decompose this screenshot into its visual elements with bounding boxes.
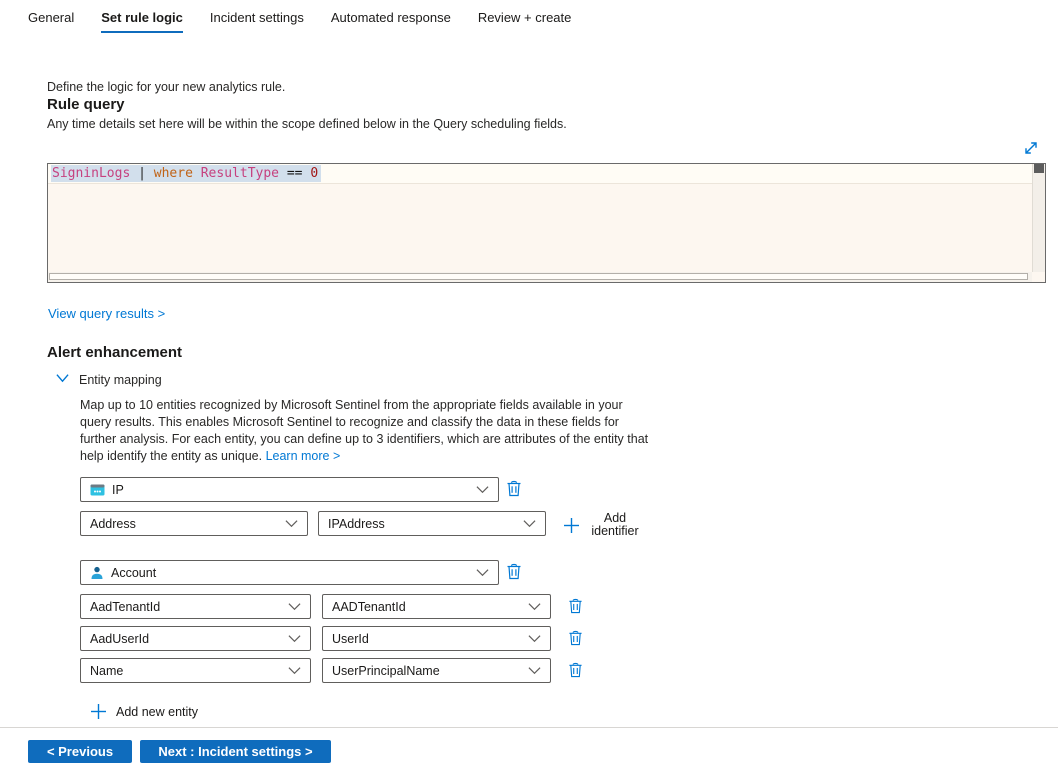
query-selection: SigninLogs | where ResultType == 0 [51,165,321,182]
value-value: UserId [332,632,528,646]
value-dropdown[interactable]: UserId [322,626,551,651]
value-value: IPAddress [328,517,523,531]
learn-more-link[interactable]: Learn more > [266,449,341,463]
chevron-down-icon [288,600,301,614]
add-identifier-label: Add identifier [589,512,641,538]
rule-query-heading: Rule query [47,96,125,113]
editor-horizontal-scrollbar-thumb[interactable] [49,273,1028,280]
tab-review-create[interactable]: Review + create [478,10,572,33]
chevron-down-icon [288,664,301,678]
intro-text: Define the logic for your new analytics … [47,80,285,94]
identifier-value: AadTenantId [90,600,288,614]
delete-entity-button[interactable] [505,480,523,499]
account-entity-icon [90,566,104,580]
chevron-down-icon [55,371,70,389]
trash-icon [506,485,522,500]
footer-divider [0,727,1058,728]
chevron-down-icon [476,483,489,497]
plus-icon [90,703,107,720]
query-editor[interactable]: SigninLogs | where ResultType == 0 [47,163,1046,283]
delete-identifier-button[interactable] [566,630,584,649]
plus-icon [563,517,580,534]
identifier-value: AadUserId [90,632,288,646]
entity-mapping-label: Entity mapping [79,373,162,387]
expand-icon [1022,144,1040,161]
tab-set-rule-logic[interactable]: Set rule logic [101,10,183,33]
alert-enhancement-heading: Alert enhancement [47,344,182,361]
entity-type-dropdown-ip[interactable]: IP [80,477,499,502]
entity-mapping-expander[interactable]: Entity mapping [55,371,162,389]
next-incident-settings-button[interactable]: Next : Incident settings > [140,740,331,763]
wizard-tab-bar: General Set rule logic Incident settings… [28,10,571,33]
add-identifier-button[interactable]: Add identifier [563,512,641,538]
chevron-down-icon [528,664,541,678]
chevron-down-icon [285,517,298,531]
value-dropdown[interactable]: IPAddress [318,511,546,536]
entity-mapping-description-text: Map up to 10 entities recognized by Micr… [80,398,648,463]
trash-icon [506,568,522,583]
identifier-dropdown[interactable]: AadTenantId [80,594,311,619]
value-value: UserPrincipalName [332,664,528,678]
query-code-line: SigninLogs | where ResultType == 0 [51,166,321,182]
tab-automated-response[interactable]: Automated response [331,10,451,33]
chevron-down-icon [528,600,541,614]
delete-identifier-button[interactable] [566,598,584,617]
query-token-value: 0 [310,166,318,181]
entity-type-value: Account [111,566,476,580]
query-token-keyword: where [154,166,193,181]
add-new-entity-button[interactable]: Add new entity [90,703,198,720]
trash-icon [568,602,583,617]
ip-entity-icon [90,484,105,496]
set-rule-logic-page: General Set rule logic Incident settings… [0,0,1058,778]
add-new-entity-label: Add new entity [116,705,198,719]
editor-vertical-scrollbar[interactable] [1032,164,1045,272]
tab-general[interactable]: General [28,10,74,33]
previous-button[interactable]: < Previous [28,740,132,763]
identifier-value: Address [90,517,285,531]
trash-icon [568,666,583,681]
query-token-operator: == [287,166,303,181]
value-dropdown[interactable]: UserPrincipalName [322,658,551,683]
query-token-field: ResultType [201,166,279,181]
value-dropdown[interactable]: AADTenantId [322,594,551,619]
view-query-results-link[interactable]: View query results > [48,306,165,321]
chevron-down-icon [523,517,536,531]
value-value: AADTenantId [332,600,528,614]
chevron-down-icon [528,632,541,646]
chevron-down-icon [288,632,301,646]
query-token-table: SigninLogs [52,166,130,181]
expand-editor-button[interactable] [1022,139,1040,157]
query-token-pipe: | [138,166,146,181]
identifier-dropdown[interactable]: Address [80,511,308,536]
delete-identifier-button[interactable] [566,662,584,681]
trash-icon [568,634,583,649]
editor-vertical-scrollbar-thumb[interactable] [1034,164,1044,173]
rule-query-subtitle: Any time details set here will be within… [47,117,567,131]
entity-type-value: IP [112,483,476,497]
delete-entity-button[interactable] [505,563,523,582]
editor-horizontal-scrollbar[interactable] [48,272,1032,282]
entity-mapping-description: Map up to 10 entities recognized by Micr… [80,397,655,465]
identifier-dropdown[interactable]: AadUserId [80,626,311,651]
entity-type-dropdown-account[interactable]: Account [80,560,499,585]
identifier-dropdown[interactable]: Name [80,658,311,683]
tab-incident-settings[interactable]: Incident settings [210,10,304,33]
chevron-down-icon [476,566,489,580]
identifier-value: Name [90,664,288,678]
